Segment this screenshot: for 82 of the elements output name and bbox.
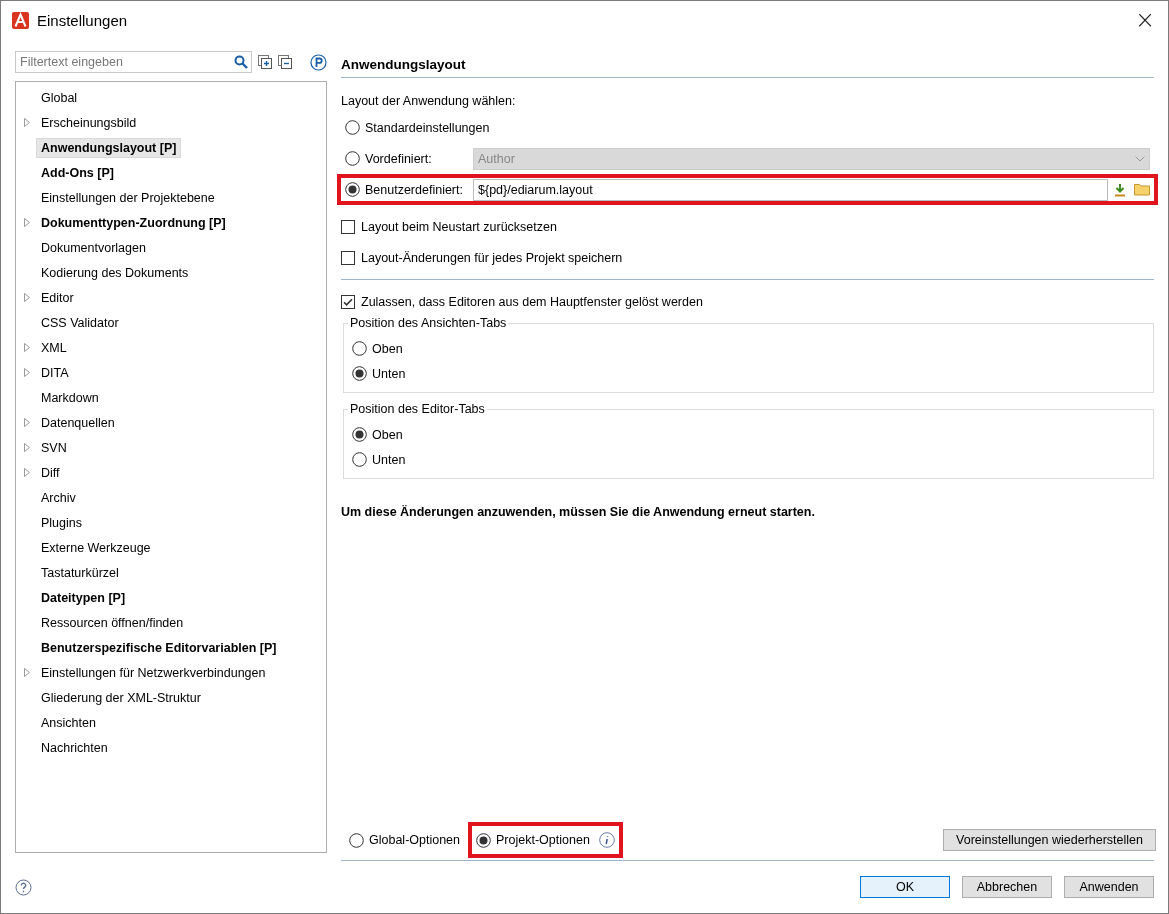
tree-item[interactable]: CSS Validator — [36, 312, 124, 333]
tree-item[interactable]: Markdown — [36, 387, 104, 408]
tree-item[interactable]: Einstellungen für Netzwerkverbindungen — [36, 662, 271, 683]
checkbox[interactable] — [341, 219, 355, 234]
radio-label: Oben — [372, 341, 403, 356]
radio-label: Unten — [372, 452, 406, 467]
restart-note: Um diese Änderungen anzuwenden, müssen Sie die Anwendung erneut starten. — [341, 505, 816, 519]
filter-field[interactable]: Filtertext eingeben — [15, 51, 252, 73]
project-icon[interactable] — [310, 53, 327, 71]
section-heading: Anwendungslayout — [341, 51, 1154, 78]
checkbox-label: Layout beim Neustart zurücksetzen — [361, 219, 557, 234]
expand-arrow-icon[interactable] — [24, 343, 30, 352]
tree-item[interactable]: Erscheinungsbild — [36, 112, 142, 133]
layout-label: Layout der Anwendung wählen: — [341, 94, 517, 108]
expand-arrow-icon[interactable] — [24, 293, 30, 302]
tree-item[interactable]: Anwendungslayout [P] — [36, 137, 182, 158]
radio-button[interactable] — [349, 832, 364, 848]
radio-label: Global-Optionen — [369, 833, 461, 847]
help-icon[interactable] — [15, 878, 32, 896]
dialog-button[interactable]: Abbrechen — [962, 876, 1052, 898]
close-button[interactable]: × — [1122, 1, 1168, 39]
expand-arrow-icon[interactable] — [24, 443, 30, 452]
expand-arrow-icon[interactable] — [24, 218, 30, 227]
tree-item[interactable]: Archiv — [36, 487, 81, 508]
tree-item[interactable]: Dateitypen [P] — [36, 587, 131, 608]
tree-item[interactable]: Datenquellen — [36, 412, 120, 433]
radio-label: Standardeinstellungen — [365, 120, 490, 135]
layout-path-field[interactable]: ${pd}/ediarum.layout — [473, 178, 1108, 201]
expand-arrow-icon[interactable] — [24, 668, 30, 677]
tree-item[interactable]: SVN — [36, 437, 72, 458]
collapse-all-icon[interactable] — [278, 55, 292, 69]
radio-button[interactable] — [352, 427, 367, 442]
tree-item[interactable]: Externe Werkzeuge — [36, 537, 156, 558]
window-title: Einstellungen — [37, 11, 128, 29]
tree-item[interactable]: Dokumenttypen-Zuordnung [P] — [36, 212, 231, 233]
app-logo-icon — [12, 11, 29, 29]
radio-label: Benutzerdefiniert: — [365, 182, 463, 197]
tree-item[interactable]: Nachrichten — [36, 737, 113, 758]
radio-label: Unten — [372, 366, 406, 381]
radio-button[interactable] — [352, 452, 367, 467]
tree-item[interactable]: Add-Ons [P] — [36, 162, 119, 183]
dialog-button[interactable]: Anwenden — [1064, 876, 1154, 898]
info-icon[interactable] — [598, 832, 615, 848]
dialog-button[interactable]: OK — [860, 876, 950, 898]
expand-arrow-icon[interactable] — [24, 368, 30, 377]
tree-item[interactable]: DITA — [36, 362, 74, 383]
tree-item[interactable]: Tastaturkürzel — [36, 562, 124, 583]
tree-item[interactable]: Kodierung des Dokuments — [36, 262, 194, 283]
tree-item[interactable]: Diff — [36, 462, 65, 483]
folder-icon[interactable] — [1134, 183, 1150, 196]
restore-defaults-button[interactable]: Voreinstellungen wiederherstellen — [943, 829, 1156, 851]
checkbox[interactable] — [341, 250, 355, 265]
tree-item[interactable]: Gliederung der XML-Struktur — [36, 687, 206, 708]
radio-button[interactable] — [352, 341, 367, 356]
radio-button[interactable] — [352, 366, 367, 381]
group-title: Position des Editor-Tabs — [348, 402, 487, 416]
expand-arrow-icon[interactable] — [24, 118, 30, 127]
tree-item[interactable]: Dokumentvorlagen — [36, 237, 151, 258]
tree-item[interactable]: Einstellungen der Projektebene — [36, 187, 220, 208]
chevron-icon — [1135, 155, 1145, 162]
radio-button[interactable] — [345, 182, 360, 197]
tree-item[interactable]: Ressourcen öffnen/finden — [36, 612, 189, 633]
checkbox-label: Layout-Änderungen für jedes Projekt speichern — [361, 250, 623, 265]
radio-label: Vordefiniert: — [365, 151, 432, 166]
tree-item[interactable]: XML — [36, 337, 72, 358]
tree-item[interactable]: Editor — [36, 287, 79, 308]
download-icon[interactable] — [1114, 182, 1126, 197]
tree-item[interactable]: Global — [36, 87, 83, 108]
radio-label: Projekt-Optionen — [496, 833, 590, 847]
expand-arrow-icon[interactable] — [24, 468, 30, 477]
expand-all-icon[interactable] — [258, 55, 272, 69]
radio-label: Oben — [372, 427, 403, 442]
checkbox-label: Zulassen, dass Editoren aus dem Hauptfenster gelöst werden — [361, 294, 703, 309]
tree-item[interactable]: Benutzerspezifische Editorvariablen [P] — [36, 637, 282, 658]
tree-item[interactable]: Ansichten — [36, 712, 101, 733]
tree-item[interactable]: Plugins — [36, 512, 87, 533]
search-icon[interactable] — [234, 55, 248, 69]
radio-button[interactable] — [476, 832, 492, 848]
checkbox[interactable] — [341, 294, 355, 309]
radio-button[interactable] — [345, 120, 360, 135]
group-title: Position des Ansichten-Tabs — [348, 316, 509, 330]
expand-arrow-icon[interactable] — [24, 418, 30, 427]
